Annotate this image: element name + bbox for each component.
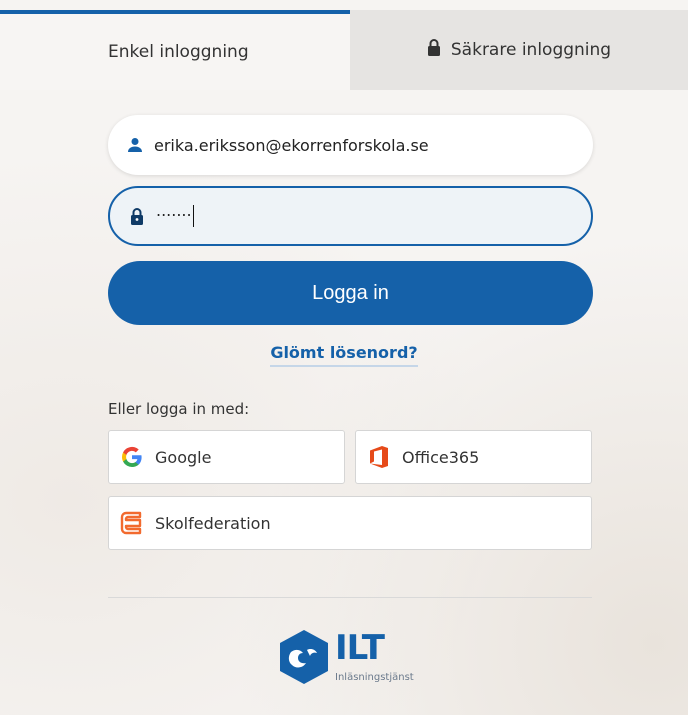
email-field[interactable]: erika.eriksson@ekorrenforskola.se (108, 115, 593, 175)
lock-icon (427, 39, 441, 61)
office365-login-button[interactable]: Office365 (355, 430, 592, 484)
brand-tagline: Inläsningstjänst (335, 672, 414, 683)
skolfederation-login-button[interactable]: Skolfederation (108, 496, 592, 550)
login-card: Enkel inloggning Säkrare inloggning erik… (0, 10, 688, 715)
office365-icon (366, 444, 392, 470)
login-button[interactable]: Logga in (108, 261, 593, 325)
tab-secure-label: Säkrare inloggning (450, 40, 612, 60)
google-login-button[interactable]: Google (108, 430, 345, 484)
password-mask: ······· (156, 205, 192, 225)
text-caret (192, 205, 194, 227)
ilt-cube-icon (280, 630, 328, 684)
login-tabs: Enkel inloggning Säkrare inloggning (0, 10, 688, 90)
password-input[interactable]: ······· (156, 205, 194, 227)
tab-simple-login[interactable]: Enkel inloggning (0, 10, 350, 90)
ilt-logo: ILT Inläsningstjänst (277, 628, 437, 690)
password-field[interactable]: ······· (108, 186, 593, 246)
office365-label: Office365 (402, 447, 480, 467)
brand-name: ILT (335, 628, 385, 668)
alt-login-heading: Eller logga in med: (108, 400, 250, 418)
email-input[interactable]: erika.eriksson@ekorrenforskola.se (154, 136, 429, 155)
skolfederation-label: Skolfederation (155, 513, 271, 533)
forgot-password-link[interactable]: Glömt lösenord? (270, 343, 418, 367)
forgot-password: Glömt lösenord? (0, 343, 688, 367)
tab-simple-label: Enkel inloggning (108, 42, 249, 62)
divider (108, 597, 592, 598)
skolfederation-icon (119, 510, 145, 536)
lock-icon (128, 207, 146, 225)
google-icon (119, 444, 145, 470)
google-label: Google (155, 447, 212, 467)
tab-secure-login[interactable]: Säkrare inloggning (350, 10, 688, 90)
user-icon (126, 136, 144, 154)
